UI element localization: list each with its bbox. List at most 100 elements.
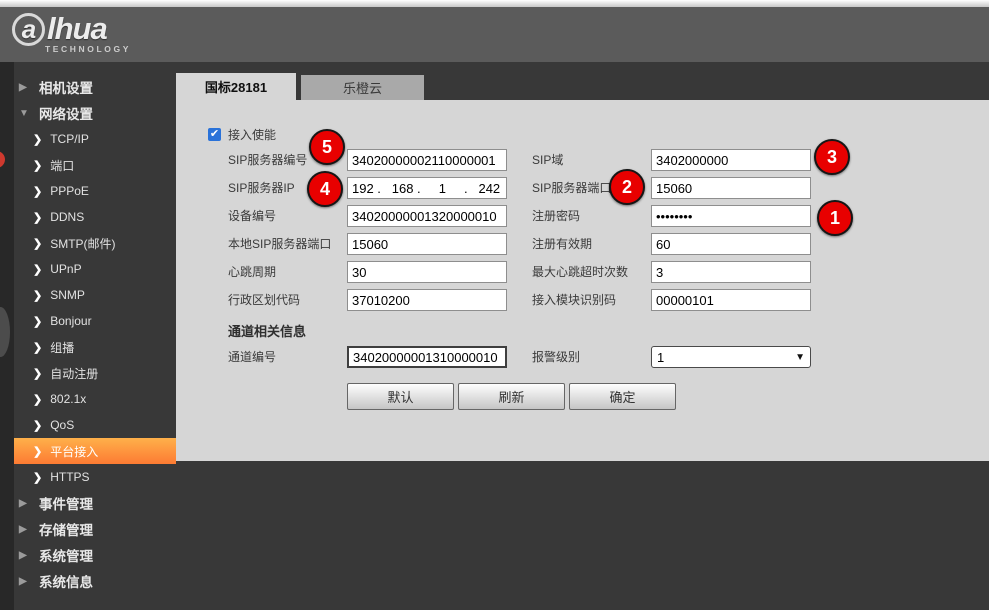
sidebar-item-event-management[interactable]: ▶ 事件管理 (14, 490, 176, 516)
enable-access-label: 接入使能 (228, 126, 276, 143)
sidebar-item-label: PPPoE (50, 184, 89, 198)
sidebar-item-system-info[interactable]: ▶ 系统信息 (14, 568, 176, 594)
sidebar-item-smtp[interactable]: ❯ SMTP(邮件) (14, 230, 176, 256)
sidebar-item-ddns[interactable]: ❯ DDNS (14, 204, 176, 230)
sidebar-item-camera-settings[interactable]: ▶ 相机设置 (14, 74, 176, 100)
sidebar-item-label: 网络设置 (39, 103, 93, 123)
heartbeat-period-input[interactable] (347, 261, 507, 283)
sidebar-item-tcpip[interactable]: ❯ TCP/IP (14, 126, 176, 152)
sidebar-item-label: 端口 (50, 157, 74, 174)
annotation-circle-2: 2 (609, 169, 645, 205)
annotation-circle-5: 5 (309, 129, 345, 165)
expanded-arrow-icon: ▼ (19, 108, 30, 119)
sip-server-id-input[interactable] (347, 149, 507, 171)
register-valid-period-input[interactable] (651, 233, 811, 255)
chevron-right-icon: ❯ (33, 471, 42, 484)
sidebar-item-platform-access[interactable]: ❯ 平台接入 (14, 438, 176, 464)
annotation-circle-3: 3 (814, 139, 850, 175)
chevron-right-icon: ❯ (33, 237, 42, 250)
dahua-logo-wordmark: alhua (12, 11, 131, 47)
refresh-button[interactable]: 刷新 (458, 383, 565, 410)
sip-server-ip-input[interactable] (347, 177, 507, 199)
device-id-label: 设备编号 (228, 205, 276, 227)
channel-info-section-title: 通道相关信息 (228, 321, 306, 340)
channel-id-label: 通道编号 (228, 346, 276, 368)
sidebar-item-port[interactable]: ❯ 端口 (14, 152, 176, 178)
register-password-input[interactable] (651, 205, 811, 227)
local-sip-port-label: 本地SIP服务器端口 (228, 233, 331, 255)
sip-server-ip-label: SIP服务器IP (228, 177, 295, 199)
sidebar-item-label: QoS (50, 418, 74, 432)
sidebar-item-multicast[interactable]: ❯ 组播 (14, 334, 176, 360)
sidebar-item-network-settings[interactable]: ▼ 网络设置 (14, 100, 176, 126)
annotation-circle-1: 1 (817, 200, 853, 236)
confirm-button[interactable]: 确定 (569, 383, 676, 410)
browser-top-strip (0, 0, 989, 7)
sidebar-item-storage-management[interactable]: ▶ 存储管理 (14, 516, 176, 542)
chevron-right-icon: ❯ (33, 445, 42, 458)
alarm-level-select[interactable]: 1 ▼ (651, 346, 811, 368)
tab-gb28181[interactable]: 国标28181 (176, 73, 296, 100)
tab-lechange-cloud[interactable]: 乐橙云 (301, 75, 424, 100)
sip-domain-input[interactable] (651, 149, 811, 171)
sidebar-item-upnp[interactable]: ❯ UPnP (14, 256, 176, 282)
sidebar-item-snmp[interactable]: ❯ SNMP (14, 282, 176, 308)
sidebar-item-label: 存储管理 (39, 519, 93, 539)
app-header: alhua TECHNOLOGY (0, 7, 989, 62)
sidebar-item-label: 系统信息 (39, 571, 93, 591)
collapsed-arrow-icon: ▶ (19, 498, 30, 509)
device-id-input[interactable] (347, 205, 507, 227)
sidebar-item-label: HTTPS (50, 470, 89, 484)
chevron-down-icon: ▼ (795, 352, 805, 363)
sidebar-item-label: 组播 (50, 339, 74, 356)
collapsed-arrow-icon: ▶ (19, 524, 30, 535)
dahua-logo: alhua TECHNOLOGY (12, 11, 131, 54)
sidebar-item-bonjour[interactable]: ❯ Bonjour (14, 308, 176, 334)
sidebar-item-label: SMTP(邮件) (50, 235, 115, 252)
sidebar-item-label: 802.1x (50, 392, 86, 406)
sidebar-item-label: DDNS (50, 210, 84, 224)
chevron-right-icon: ❯ (33, 315, 42, 328)
sidebar-item-system-management[interactable]: ▶ 系统管理 (14, 542, 176, 568)
alarm-level-value: 1 (657, 350, 795, 365)
sidebar-item-auto-register[interactable]: ❯ 自动注册 (14, 360, 176, 386)
access-module-id-input[interactable] (651, 289, 811, 311)
chevron-right-icon: ❯ (33, 367, 42, 380)
sidebar-item-label: Bonjour (50, 314, 91, 328)
collapsed-arrow-icon: ▶ (19, 576, 30, 587)
sip-server-port-input[interactable] (651, 177, 811, 199)
enable-access-checkbox[interactable]: ✔ (208, 128, 221, 141)
sidebar-item-label: TCP/IP (50, 132, 89, 146)
alarm-level-label: 报警级别 (532, 346, 580, 368)
dahua-logo-subtitle: TECHNOLOGY (45, 44, 131, 54)
dahua-logo-text: lhua (47, 11, 107, 47)
chevron-right-icon: ❯ (33, 263, 42, 276)
chevron-right-icon: ❯ (33, 185, 42, 198)
sidebar-item-label: 自动注册 (50, 365, 98, 382)
collapsed-arrow-icon: ▶ (19, 550, 30, 561)
dahua-logo-circle-a: a (12, 13, 45, 46)
sidebar-item-label: 事件管理 (39, 493, 93, 513)
channel-id-input[interactable] (347, 346, 507, 368)
chevron-right-icon: ❯ (33, 419, 42, 432)
sip-server-id-label: SIP服务器编号 (228, 149, 307, 171)
sidebar-item-8021x[interactable]: ❯ 802.1x (14, 386, 176, 412)
local-sip-port-input[interactable] (347, 233, 507, 255)
sidebar-item-https[interactable]: ❯ HTTPS (14, 464, 176, 490)
admin-region-code-input[interactable] (347, 289, 507, 311)
default-button[interactable]: 默认 (347, 383, 454, 410)
platform-access-panel: ✔ 接入使能 SIP服务器编号 SIP服务器IP 设备编号 本地SIP服务器端口… (176, 100, 989, 461)
sip-server-port-label: SIP服务器端口 (532, 177, 611, 199)
sidebar-item-label: UPnP (50, 262, 81, 276)
max-heartbeat-timeout-input[interactable] (651, 261, 811, 283)
max-heartbeat-timeout-label: 最大心跳超时次数 (532, 261, 628, 283)
chevron-right-icon: ❯ (33, 159, 42, 172)
admin-region-code-label: 行政区划代码 (228, 289, 300, 311)
sidebar-item-pppoe[interactable]: ❯ PPPoE (14, 178, 176, 204)
annotation-circle-4: 4 (307, 171, 343, 207)
sidebar-nav: ▶ 相机设置 ▼ 网络设置 ❯ TCP/IP ❯ 端口 ❯ PPPoE ❯ DD… (14, 74, 176, 594)
sidebar-item-label: SNMP (50, 288, 85, 302)
sidebar-item-qos[interactable]: ❯ QoS (14, 412, 176, 438)
sidebar-item-label: 系统管理 (39, 545, 93, 565)
sidebar-item-label: 平台接入 (50, 443, 98, 460)
